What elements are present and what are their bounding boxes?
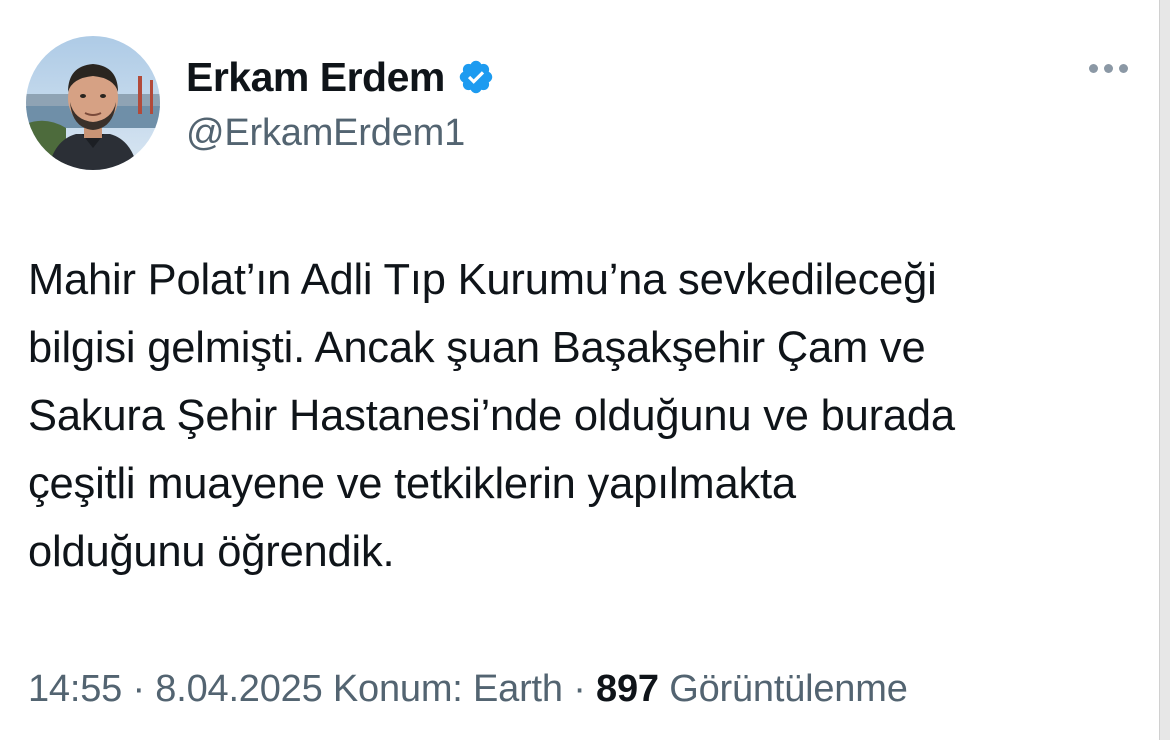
more-dot xyxy=(1104,64,1113,73)
tweet-card: Erkam Erdem @ErkamErdem1 Mahir Polat’ın … xyxy=(0,0,1158,740)
author-identity: Erkam Erdem @ErkamErdem1 xyxy=(186,52,495,155)
tweet-header: Erkam Erdem @ErkamErdem1 xyxy=(26,36,495,170)
tweet-location: Konum: Earth xyxy=(332,668,563,710)
verified-badge-icon[interactable] xyxy=(457,58,495,96)
more-dot xyxy=(1119,64,1128,73)
views-count[interactable]: 897 xyxy=(596,668,659,710)
author-display-name[interactable]: Erkam Erdem xyxy=(186,54,445,101)
more-dot xyxy=(1089,64,1098,73)
screen-edge xyxy=(1159,0,1170,740)
tweet-text: Mahir Polat’ın Adli Tıp Kurumu’na sevked… xyxy=(28,256,955,576)
author-handle[interactable]: @ErkamErdem1 xyxy=(186,112,495,155)
avatar[interactable] xyxy=(26,36,160,170)
tweet-time[interactable]: 14:55 xyxy=(28,668,122,710)
views-label[interactable]: Görüntülenme xyxy=(669,668,908,710)
meta-separator: · xyxy=(573,668,586,710)
tweet-date[interactable]: 8.04.2025 xyxy=(155,668,322,710)
name-row: Erkam Erdem xyxy=(186,52,495,102)
more-options-icon[interactable] xyxy=(1089,64,1128,73)
meta-separator: · xyxy=(132,668,145,710)
tweet-meta: 14:55 · 8.04.2025 Konum: Earth · 897 Gör… xyxy=(28,668,908,711)
